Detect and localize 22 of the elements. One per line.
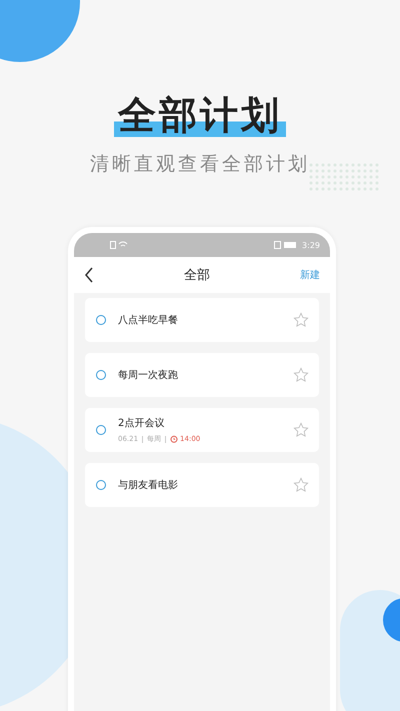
task-card[interactable]: 与朋友看电影 — [85, 463, 319, 507]
star-icon[interactable] — [293, 477, 309, 493]
task-title: 2点开会议 — [118, 416, 166, 430]
alarm-icon — [170, 435, 178, 443]
star-icon[interactable] — [293, 422, 309, 438]
battery-icon — [274, 241, 298, 249]
task-checkbox[interactable] — [96, 370, 106, 380]
task-title: 每周一次夜跑 — [118, 368, 179, 382]
task-card[interactable]: 每周一次夜跑 — [85, 353, 319, 397]
star-icon[interactable] — [293, 312, 309, 328]
task-card[interactable]: 八点半吃早餐 — [85, 298, 319, 342]
task-checkbox[interactable] — [96, 480, 106, 490]
back-icon[interactable] — [84, 267, 94, 283]
task-title: 与朋友看电影 — [118, 478, 179, 492]
subtitle: 清晰直观查看全部计划 — [90, 152, 310, 177]
status-icons — [110, 241, 130, 249]
nav-title: 全部 — [183, 267, 211, 284]
task-checkbox[interactable] — [96, 425, 106, 435]
status-time: 3:29 — [302, 240, 320, 250]
star-icon[interactable] — [293, 367, 309, 383]
task-checkbox[interactable] — [96, 315, 106, 325]
task-title: 八点半吃早餐 — [118, 314, 179, 327]
